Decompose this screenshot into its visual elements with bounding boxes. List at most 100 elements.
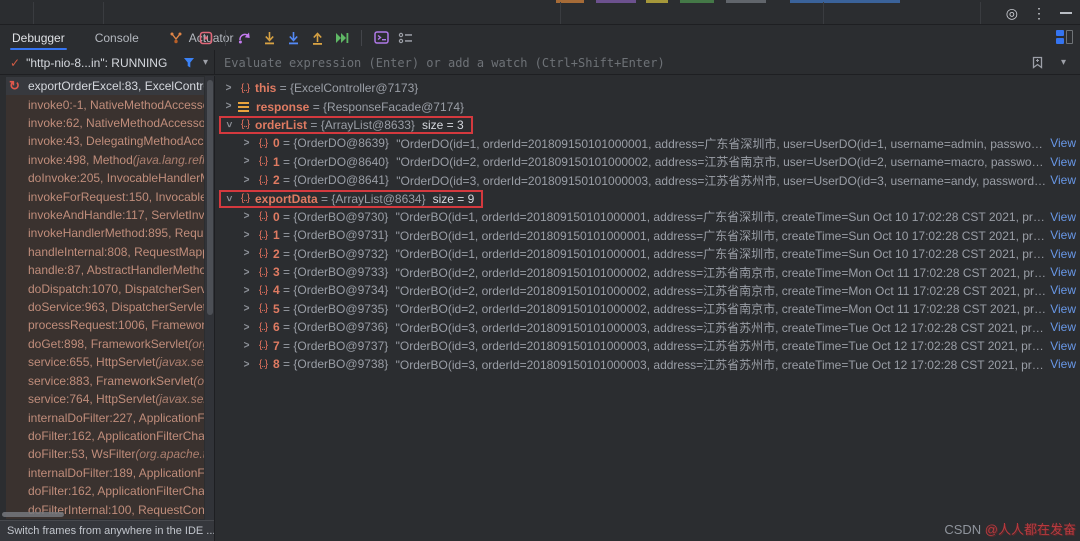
stack-frame-row[interactable]: invoke0:-1, NativeMethodAccessorIm bbox=[6, 95, 204, 114]
stack-frame-row[interactable]: doFilter:162, ApplicationFilterChain ( bbox=[6, 481, 204, 501]
variable-row[interactable]: > {..} orderList = {ArrayList@8633} size = … bbox=[216, 115, 1080, 134]
debug-toolbar: Debugger Console Actuator bbox=[0, 25, 1080, 50]
view-link[interactable]: View bbox=[1050, 339, 1076, 353]
variable-row[interactable]: > {..} this = {ExcelController@7173} bbox=[216, 79, 1080, 97]
step-over-icon[interactable] bbox=[238, 30, 253, 45]
stack-frame-row[interactable]: ↻ exportOrderExcel:83, ExcelControlle bbox=[6, 77, 204, 96]
frame-label: invoke:62, NativeMethodAccessorIm bbox=[28, 116, 204, 131]
chevron-collapsed-icon[interactable]: > bbox=[240, 303, 253, 315]
hide-icon[interactable] bbox=[1060, 11, 1072, 14]
chevron-collapsed-icon[interactable]: > bbox=[222, 101, 235, 113]
tab-debugger[interactable]: Debugger bbox=[10, 25, 67, 50]
stack-frame-row[interactable]: doService:963, DispatcherServlet (or bbox=[6, 297, 204, 317]
object-braces-icon: {..} bbox=[240, 82, 250, 94]
thread-selector[interactable]: ✓ "http-nio-8...in": RUNNING ▾ bbox=[0, 50, 215, 75]
equals-sign: = bbox=[279, 320, 294, 335]
stack-frame-row[interactable]: invokeForRequest:150, InvocableHa bbox=[6, 187, 204, 206]
stack-frame-row[interactable]: invoke:498, Method (java.lang.reflec bbox=[6, 150, 204, 170]
tab-console[interactable]: Console bbox=[93, 25, 141, 50]
variable-row[interactable]: > {..} 8 = {OrderBO@9738} "OrderBO(id=3, o… bbox=[216, 355, 1080, 373]
view-link[interactable]: View bbox=[1050, 247, 1076, 261]
variable-row[interactable]: > {..} 0 = {OrderDO@8639} "OrderDO(id=1, o… bbox=[216, 134, 1080, 152]
view-link[interactable]: View bbox=[1050, 265, 1076, 279]
stack-frame-row[interactable]: service:655, HttpServlet (javax.servle bbox=[6, 353, 204, 372]
variable-name: 1 bbox=[273, 154, 280, 169]
chevron-collapsed-icon[interactable]: > bbox=[240, 358, 253, 370]
chevron-expanded-icon[interactable]: > bbox=[223, 118, 234, 131]
bookmark-icon[interactable] bbox=[1030, 55, 1045, 70]
target-icon[interactable]: ◎ bbox=[1006, 6, 1018, 20]
chevron-collapsed-icon[interactable]: > bbox=[240, 174, 253, 186]
frames-vertical-scrollbar[interactable] bbox=[205, 76, 214, 520]
stack-frame-row[interactable]: invokeAndHandle:117, ServletInvoca bbox=[6, 205, 204, 225]
filter-icon[interactable] bbox=[182, 55, 197, 70]
chevron-expanded-icon[interactable]: > bbox=[223, 192, 234, 205]
chevron-collapsed-icon[interactable]: > bbox=[240, 137, 253, 149]
chevron-collapsed-icon[interactable]: > bbox=[240, 211, 253, 223]
view-link[interactable]: View bbox=[1050, 302, 1076, 316]
variable-row[interactable]: > {..} 1 = {OrderDO@8640} "OrderDO(id=2, o… bbox=[216, 153, 1080, 171]
view-options-icon[interactable] bbox=[398, 30, 413, 45]
stack-frame-row[interactable]: internalDoFilter:189, ApplicationFilte bbox=[6, 463, 204, 482]
variable-row[interactable]: > {..} 2 = {OrderDO@8641} "OrderDO(id=3, o… bbox=[216, 171, 1080, 189]
stack-frame-row[interactable]: doFilter:53, WsFilter (org.apache.tom bbox=[6, 445, 204, 464]
chevron-collapsed-icon[interactable]: > bbox=[240, 284, 253, 296]
variable-row[interactable]: > {..} 5 = {OrderBO@9735} "OrderBO(id=2, o… bbox=[216, 300, 1080, 318]
chevron-collapsed-icon[interactable]: > bbox=[222, 82, 235, 94]
variable-row[interactable]: > {..} 7 = {OrderBO@9737} "OrderBO(id=3, o… bbox=[216, 336, 1080, 354]
view-link[interactable]: View bbox=[1050, 210, 1076, 224]
view-link[interactable]: View bbox=[1050, 320, 1076, 334]
variable-row[interactable]: > {..} 2 = {OrderBO@9732} "OrderBO(id=1, o… bbox=[216, 245, 1080, 263]
stack-frame-row[interactable]: invokeHandlerMethod:895, Request bbox=[6, 224, 204, 243]
variable-row[interactable]: > {..} 6 = {OrderBO@9736} "OrderBO(id=3, o… bbox=[216, 318, 1080, 336]
view-link[interactable]: View bbox=[1050, 173, 1076, 187]
stack-frame-row[interactable]: doGet:898, FrameworkServlet (org.s bbox=[6, 334, 204, 354]
frame-label: doService:963, DispatcherServlet bbox=[28, 300, 204, 315]
chevron-collapsed-icon[interactable]: > bbox=[240, 321, 253, 333]
evaluate-expression-bar[interactable]: Evaluate expression (Enter) or add a wat… bbox=[216, 50, 1080, 75]
evaluate-expression-icon[interactable] bbox=[374, 30, 389, 45]
equals-sign: = bbox=[279, 301, 294, 316]
view-link[interactable]: View bbox=[1050, 357, 1076, 371]
stack-frame-row[interactable]: handle:87, AbstractHandlerMethod bbox=[6, 261, 204, 280]
step-out-icon[interactable] bbox=[310, 30, 325, 45]
variable-row[interactable]: > {..} 1 = {OrderBO@9731} "OrderBO(id=1, o… bbox=[216, 226, 1080, 244]
chevron-collapsed-icon[interactable]: > bbox=[240, 229, 253, 241]
stack-frame-row[interactable]: doInvoke:205, InvocableHandlerMet bbox=[6, 169, 204, 188]
variable-core: > {..} 2 = {OrderBO@9732} bbox=[240, 247, 389, 261]
chevron-collapsed-icon[interactable]: > bbox=[240, 156, 253, 168]
stack-frame-row[interactable]: processRequest:1006, FrameworkSe bbox=[6, 316, 204, 335]
chevron-down-icon[interactable]: ▾ bbox=[203, 57, 208, 68]
stack-frame-row[interactable]: internalDoFilter:227, ApplicationFilte bbox=[6, 408, 204, 427]
show-execution-point-icon[interactable] bbox=[198, 30, 213, 45]
divider bbox=[103, 2, 104, 24]
variable-core: > {..} 3 = {OrderBO@9733} bbox=[240, 265, 389, 279]
stack-frame-row[interactable]: doDispatch:1070, DispatcherServlet bbox=[6, 279, 204, 298]
variable-row[interactable]: > {..} 0 = {OrderBO@9730} "OrderBO(id=1, o… bbox=[216, 208, 1080, 226]
chevron-collapsed-icon[interactable]: > bbox=[240, 340, 253, 352]
force-step-into-icon[interactable] bbox=[286, 30, 301, 45]
stack-frame-row[interactable]: service:883, FrameworkServlet (org.s bbox=[6, 371, 204, 390]
more-vertical-icon[interactable]: ⋮ bbox=[1032, 6, 1046, 20]
chevron-collapsed-icon[interactable]: > bbox=[240, 248, 253, 260]
run-to-cursor-icon[interactable] bbox=[334, 30, 349, 45]
chevron-collapsed-icon[interactable]: > bbox=[240, 266, 253, 278]
stack-frame-row[interactable]: handleInternal:808, RequestMappin bbox=[6, 242, 204, 262]
view-link[interactable]: View bbox=[1050, 136, 1076, 150]
layout-settings-icon[interactable] bbox=[1056, 30, 1074, 45]
variable-row[interactable]: > {..} 3 = {OrderBO@9733} "OrderBO(id=2, o… bbox=[216, 263, 1080, 281]
variable-row[interactable]: > {..} 4 = {OrderBO@9734} "OrderBO(id=2, o… bbox=[216, 281, 1080, 299]
frames-horizontal-scrollbar[interactable] bbox=[2, 512, 64, 517]
view-link[interactable]: View bbox=[1050, 283, 1076, 297]
stack-frame-row[interactable]: invoke:62, NativeMethodAccessorIm bbox=[6, 113, 204, 133]
stack-frame-row[interactable]: service:764, HttpServlet (javax.servle bbox=[6, 389, 204, 409]
variable-row[interactable]: > {..} exportData = {ArrayList@8634} size =… bbox=[216, 189, 1080, 208]
variable-row[interactable]: > response = {ResponseFacade@7174} bbox=[216, 97, 1080, 115]
view-link[interactable]: View bbox=[1050, 155, 1076, 169]
view-link[interactable]: View bbox=[1050, 228, 1076, 242]
chevron-down-icon[interactable]: ▾ bbox=[1061, 57, 1066, 68]
step-into-icon[interactable] bbox=[262, 30, 277, 45]
stack-frame-row[interactable]: doFilter:162, ApplicationFilterChain ( bbox=[6, 426, 204, 446]
variables-panel: > {..} this = {ExcelController@7173} > respo… bbox=[216, 76, 1080, 541]
stack-frame-row[interactable]: invoke:43, DelegatingMethodAccess bbox=[6, 132, 204, 151]
